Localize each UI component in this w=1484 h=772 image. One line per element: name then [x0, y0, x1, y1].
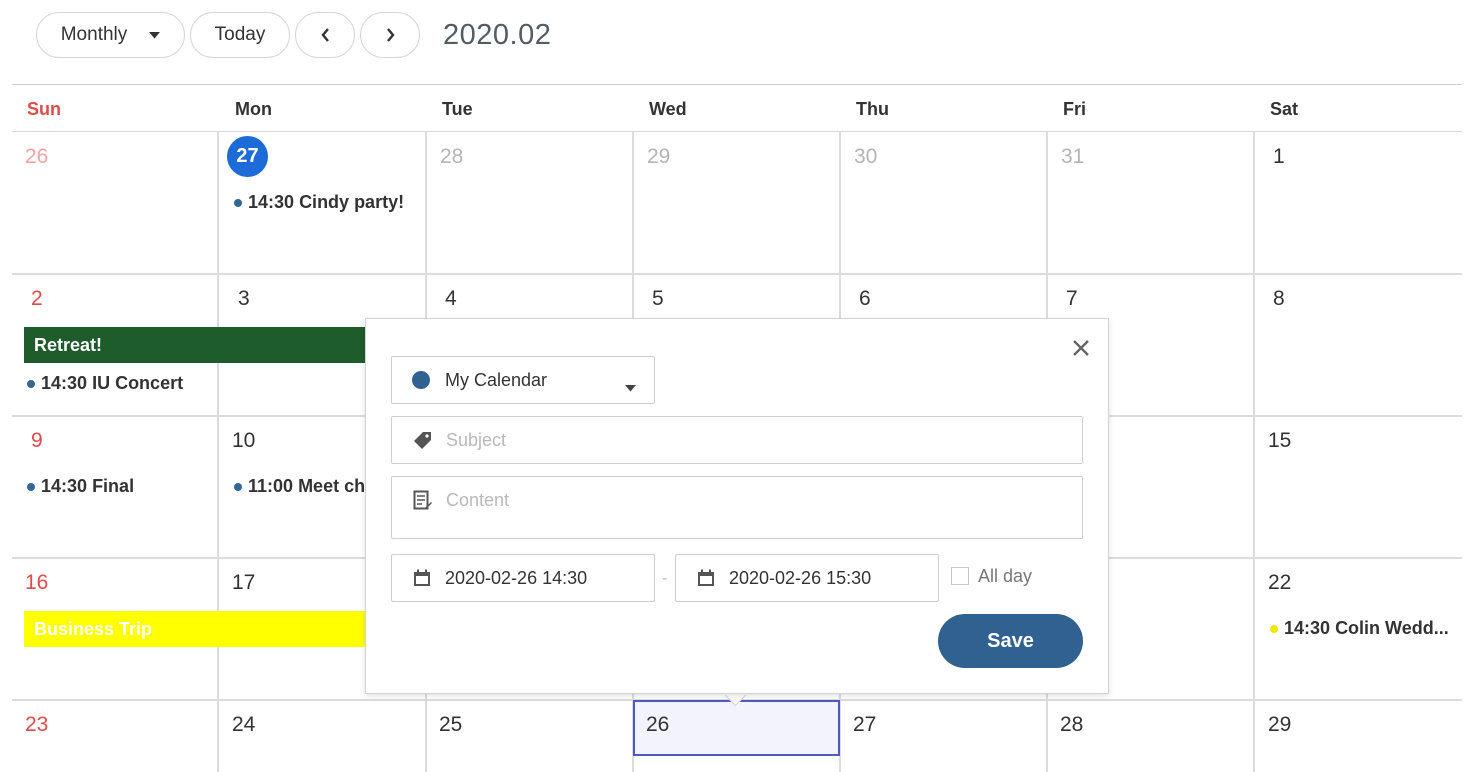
- day-number[interactable]: 6: [859, 287, 871, 311]
- subject-input[interactable]: Subject: [391, 416, 1083, 464]
- calendar-icon: [413, 569, 431, 587]
- start-date-input[interactable]: 2020-02-26 14:30: [391, 554, 655, 602]
- close-icon: [1072, 339, 1090, 362]
- chevron-right-icon: [386, 28, 395, 42]
- day-number[interactable]: 17: [232, 571, 255, 595]
- start-date-value: 2020-02-26 14:30: [445, 567, 588, 588]
- event-time: 14:30: [41, 476, 88, 496]
- grid-divider: [1253, 132, 1255, 772]
- day-number[interactable]: 27: [853, 713, 876, 737]
- event-title: Business Trip: [34, 618, 153, 639]
- day-number[interactable]: 28: [1060, 713, 1083, 737]
- weekday-sun: Sun: [27, 99, 61, 119]
- caret-down-icon: [149, 31, 161, 39]
- day-number[interactable]: 22: [1268, 571, 1291, 595]
- event-time: 14:30: [248, 192, 295, 212]
- chevron-left-icon: [320, 28, 330, 42]
- weekday-header: Sun Mon Tue Wed Thu Fri Sat: [12, 85, 1462, 132]
- day-number[interactable]: 7: [1066, 287, 1078, 311]
- today-button[interactable]: Today: [190, 12, 290, 58]
- prev-button[interactable]: [295, 12, 355, 58]
- content-input[interactable]: Content: [391, 476, 1083, 539]
- view-dropdown[interactable]: Monthly: [36, 12, 185, 58]
- event-dot-icon: [27, 482, 35, 491]
- day-number[interactable]: 29: [647, 145, 670, 169]
- end-date-value: 2020-02-26 15:30: [729, 567, 872, 588]
- day-number[interactable]: 31: [1061, 145, 1084, 169]
- content-placeholder: Content: [446, 490, 510, 510]
- day-number[interactable]: 23: [25, 713, 48, 737]
- calendar-select-value: My Calendar: [445, 369, 548, 390]
- weekday-wed: Wed: [649, 99, 687, 119]
- weekday-sat: Sat: [1270, 99, 1299, 119]
- date-range-separator: -: [662, 570, 668, 587]
- event-title: IU Concert: [92, 373, 184, 393]
- day-number[interactable]: 2: [31, 287, 43, 311]
- save-button-label: Save: [987, 629, 1034, 652]
- calendar-toolbar: Monthly Today 2020.02: [0, 0, 1484, 76]
- calendar-select[interactable]: My Calendar: [391, 356, 655, 404]
- day-number[interactable]: 9: [31, 429, 43, 453]
- day-number[interactable]: 1: [1273, 145, 1285, 169]
- day-number[interactable]: 29: [1268, 713, 1291, 737]
- event-meet[interactable]: 11:00 Meet ch: [234, 476, 365, 497]
- day-number[interactable]: 3: [238, 287, 250, 311]
- event-dot-icon: [27, 379, 35, 388]
- day-number[interactable]: 25: [439, 713, 462, 737]
- event-title: Meet ch: [298, 476, 366, 496]
- weekday-tue: Tue: [442, 99, 473, 119]
- grid-divider: [217, 132, 219, 772]
- day-number[interactable]: 24: [232, 713, 255, 737]
- day-number[interactable]: 10: [232, 429, 255, 453]
- event-final[interactable]: 14:30 Final: [27, 476, 134, 497]
- event-cindy-party[interactable]: 14:30 Cindy party!: [234, 192, 404, 213]
- day-number[interactable]: 26: [25, 145, 48, 169]
- day-number[interactable]: 26: [646, 713, 669, 737]
- day-number[interactable]: 15: [1268, 429, 1291, 453]
- event-dot-icon: [1270, 624, 1278, 633]
- allday-event-retreat[interactable]: Retreat!: [24, 327, 366, 363]
- event-time: 14:30: [41, 373, 88, 393]
- event-time: 11:00: [248, 476, 294, 496]
- calendar-icon: [697, 569, 715, 587]
- event-title: Retreat!: [34, 334, 103, 355]
- event-title: Colin Wedd...: [1335, 618, 1449, 638]
- day-number[interactable]: 28: [440, 145, 463, 169]
- end-date-input[interactable]: 2020-02-26 15:30: [675, 554, 939, 602]
- save-button[interactable]: Save: [938, 614, 1083, 668]
- day-number[interactable]: 5: [652, 287, 664, 311]
- allday-event-business-trip[interactable]: Business Trip: [24, 611, 366, 647]
- memo-icon: [413, 490, 432, 511]
- next-button[interactable]: [360, 12, 420, 58]
- weekday-mon: Mon: [235, 99, 272, 119]
- event-colin-wedding[interactable]: 14:30 Colin Wedd...: [1270, 618, 1449, 639]
- event-time: 14:30: [1284, 618, 1331, 638]
- event-dot-icon: [234, 482, 242, 491]
- view-dropdown-label: Monthly: [60, 24, 128, 45]
- day-number[interactable]: 4: [445, 287, 457, 311]
- close-button[interactable]: [1068, 337, 1094, 363]
- event-dot-icon: [234, 198, 242, 207]
- calendar-color-dot-icon: [412, 371, 430, 389]
- day-number[interactable]: 8: [1273, 287, 1285, 311]
- weekday-thu: Thu: [856, 99, 889, 119]
- subject-placeholder: Subject: [446, 429, 507, 450]
- day-number[interactable]: 30: [854, 145, 877, 169]
- today-button-label: Today: [214, 24, 266, 45]
- today-day-number[interactable]: 27: [227, 136, 268, 177]
- event-title: Final: [92, 476, 135, 496]
- allday-checkbox[interactable]: [951, 567, 969, 585]
- grid-divider: [12, 273, 1462, 275]
- day-number[interactable]: 16: [25, 571, 48, 595]
- current-range-title: 2020.02: [443, 19, 552, 51]
- event-iu-concert[interactable]: 14:30 IU Concert: [27, 373, 183, 394]
- allday-label[interactable]: All day: [978, 566, 1032, 587]
- tag-icon: [413, 431, 432, 450]
- weekday-fri: Fri: [1063, 99, 1087, 119]
- event-title: Cindy party!: [299, 192, 405, 212]
- caret-down-icon: [625, 376, 636, 397]
